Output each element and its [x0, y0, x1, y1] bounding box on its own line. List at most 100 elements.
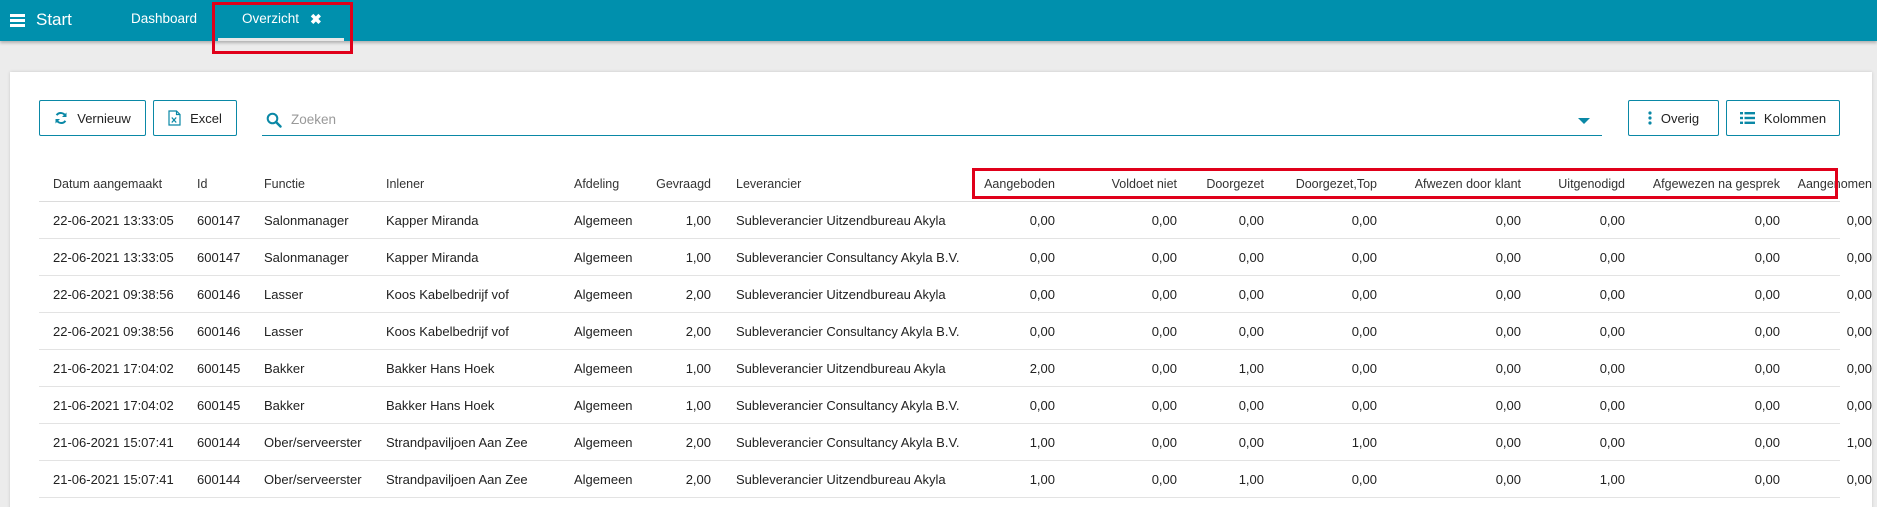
- column-header-datum[interactable]: Datum aangemaakt: [53, 166, 162, 201]
- table-cell-leverancier: Subleverancier Consultancy Akyla B.V.: [736, 323, 960, 339]
- overig-label: Overig: [1660, 110, 1700, 126]
- table-cell-id: 600147: [197, 249, 241, 265]
- table-cell-functie: Ober/serveerster: [264, 434, 362, 450]
- table-cell-voldoet: 0,00: [1151, 434, 1177, 450]
- table-cell-aangenomen: 1,00: [1846, 434, 1872, 450]
- table-cell-inlener: Kapper Miranda: [386, 212, 479, 228]
- table-cell-datum: 22-06-2021 13:33:05: [53, 249, 174, 265]
- table-cell-gevraagd: 1,00: [685, 249, 711, 265]
- overig-button[interactable]: Overig: [1628, 100, 1719, 136]
- column-header-afdeling[interactable]: Afdeling: [574, 166, 619, 201]
- search-input[interactable]: [291, 112, 1491, 127]
- table-cell-uitgenodigd: 0,00: [1599, 323, 1625, 339]
- table-cell-aangenomen: 0,00: [1846, 249, 1872, 265]
- table-cell-afgewezen: 0,00: [1754, 434, 1780, 450]
- table-cell-aangeboden: 2,00: [1029, 360, 1055, 376]
- table-cell-functie: Bakker: [264, 360, 305, 376]
- table-cell-gevraagd: 1,00: [685, 360, 711, 376]
- column-header-id[interactable]: Id: [197, 166, 207, 201]
- table-cell-doorgezet: 0,00: [1238, 397, 1264, 413]
- table-cell-aangeboden: 0,00: [1029, 286, 1055, 302]
- table-cell-gevraagd: 2,00: [685, 323, 711, 339]
- chevron-down-icon[interactable]: [1578, 118, 1590, 124]
- table-row[interactable]: 22-06-2021 13:33:05 600147 Salonmanager Kap…: [39, 239, 1872, 276]
- column-header-gevraagd[interactable]: Gevraagd: [639, 166, 711, 201]
- table-row[interactable]: 22-06-2021 09:38:56 600146 Lasser Koos Kabe…: [39, 276, 1872, 313]
- table-cell-uitgenodigd: 0,00: [1599, 397, 1625, 413]
- table-cell-afdeling: Algemeen: [574, 323, 633, 339]
- table-cell-doorgezettop: 0,00: [1351, 323, 1377, 339]
- table-row[interactable]: 21-06-2021 15:07:41 600144 Ober/serveerste…: [39, 424, 1872, 461]
- table-body: 22-06-2021 13:33:05 600147 Salonmanager Kap…: [39, 202, 1872, 498]
- excel-icon: [168, 110, 181, 126]
- table-cell-voldoet: 0,00: [1151, 360, 1177, 376]
- table-cell-voldoet: 0,00: [1151, 323, 1177, 339]
- excel-button[interactable]: Excel: [153, 100, 237, 136]
- table-cell-id: 600146: [197, 286, 241, 302]
- kolommen-button[interactable]: Kolommen: [1726, 100, 1840, 136]
- column-header-inlener[interactable]: Inlener: [386, 166, 424, 201]
- table-cell-doorgezettop: 0,00: [1351, 212, 1377, 228]
- table-cell-voldoet: 0,00: [1151, 249, 1177, 265]
- table-cell-aangenomen: 0,00: [1846, 471, 1872, 487]
- table-row[interactable]: 22-06-2021 09:38:56 600146 Lasser Koos Kabe…: [39, 313, 1872, 350]
- table-cell-leverancier: Subleverancier Uitzendbureau Akyla: [736, 212, 946, 228]
- table-cell-afdeling: Algemeen: [574, 434, 633, 450]
- vernieuw-button[interactable]: Vernieuw: [39, 100, 146, 136]
- hamburger-icon[interactable]: [10, 13, 25, 27]
- table-cell-datum: 21-06-2021 17:04:02: [53, 397, 174, 413]
- table-cell-afdeling: Algemeen: [574, 286, 633, 302]
- table-cell-gevraagd: 2,00: [685, 471, 711, 487]
- column-header-leverancier[interactable]: Leverancier: [736, 166, 801, 201]
- search-bar: [262, 104, 1602, 136]
- table-cell-id: 600147: [197, 212, 241, 228]
- table-cell-leverancier: Subleverancier Uitzendbureau Akyla: [736, 360, 946, 376]
- start-label: Start: [36, 10, 72, 29]
- table-cell-gevraagd: 2,00: [685, 434, 711, 450]
- table-cell-doorgezettop: 0,00: [1351, 471, 1377, 487]
- table-cell-doorgezet: 0,00: [1238, 286, 1264, 302]
- table-cell-inlener: Strandpaviljoen Aan Zee: [386, 434, 528, 450]
- table-cell-aangeboden: 0,00: [1029, 249, 1055, 265]
- table-cell-gevraagd: 1,00: [685, 397, 711, 413]
- highlight-box-columns: [972, 168, 1838, 199]
- table-cell-leverancier: Subleverancier Consultancy Akyla B.V.: [736, 434, 960, 450]
- table-cell-uitgenodigd: 0,00: [1599, 360, 1625, 376]
- refresh-icon: [54, 111, 68, 125]
- table-cell-afgewezen: 0,00: [1754, 397, 1780, 413]
- table-row[interactable]: 21-06-2021 15:07:41 600144 Ober/serveerste…: [39, 461, 1872, 498]
- table-cell-afdeling: Algemeen: [574, 471, 633, 487]
- table-cell-voldoet: 0,00: [1151, 397, 1177, 413]
- table-cell-datum: 21-06-2021 15:07:41: [53, 471, 174, 487]
- table-cell-afgewezen: 0,00: [1754, 249, 1780, 265]
- table-cell-afwezen: 0,00: [1495, 212, 1521, 228]
- table-cell-uitgenodigd: 0,00: [1599, 249, 1625, 265]
- table-cell-gevraagd: 2,00: [685, 286, 711, 302]
- tab-dashboard[interactable]: Dashboard: [131, 11, 197, 26]
- table-cell-id: 600145: [197, 360, 241, 376]
- table-cell-afwezen: 0,00: [1495, 434, 1521, 450]
- table-cell-leverancier: Subleverancier Uitzendbureau Akyla: [736, 286, 946, 302]
- table-cell-id: 600145: [197, 397, 241, 413]
- table-cell-doorgezettop: 0,00: [1351, 249, 1377, 265]
- table-row[interactable]: 22-06-2021 13:33:05 600147 Salonmanager Kap…: [39, 202, 1872, 239]
- table-cell-afwezen: 0,00: [1495, 323, 1521, 339]
- table-cell-doorgezet: 0,00: [1238, 212, 1264, 228]
- overview-table: Datum aangemaakt Id Functie Inlener Afde…: [39, 166, 1872, 498]
- column-header-functie[interactable]: Functie: [264, 166, 305, 201]
- table-cell-datum: 21-06-2021 17:04:02: [53, 360, 174, 376]
- table-cell-id: 600146: [197, 323, 241, 339]
- table-row[interactable]: 21-06-2021 17:04:02 600145 Bakker Bakker Ha…: [39, 350, 1872, 387]
- list-icon: [1739, 112, 1755, 124]
- start-menu-button[interactable]: Start: [10, 8, 72, 32]
- table-cell-inlener: Koos Kabelbedrijf vof: [386, 323, 509, 339]
- table-cell-inlener: Strandpaviljoen Aan Zee: [386, 471, 528, 487]
- table-cell-functie: Salonmanager: [264, 212, 349, 228]
- table-row[interactable]: 21-06-2021 17:04:02 600145 Bakker Bakker Ha…: [39, 387, 1872, 424]
- table-cell-afwezen: 0,00: [1495, 397, 1521, 413]
- table-cell-aangeboden: 1,00: [1029, 434, 1055, 450]
- table-cell-doorgezettop: 0,00: [1351, 286, 1377, 302]
- table-cell-leverancier: Subleverancier Uitzendbureau Akyla: [736, 471, 946, 487]
- table-cell-aangeboden: 1,00: [1029, 471, 1055, 487]
- table-cell-id: 600144: [197, 434, 241, 450]
